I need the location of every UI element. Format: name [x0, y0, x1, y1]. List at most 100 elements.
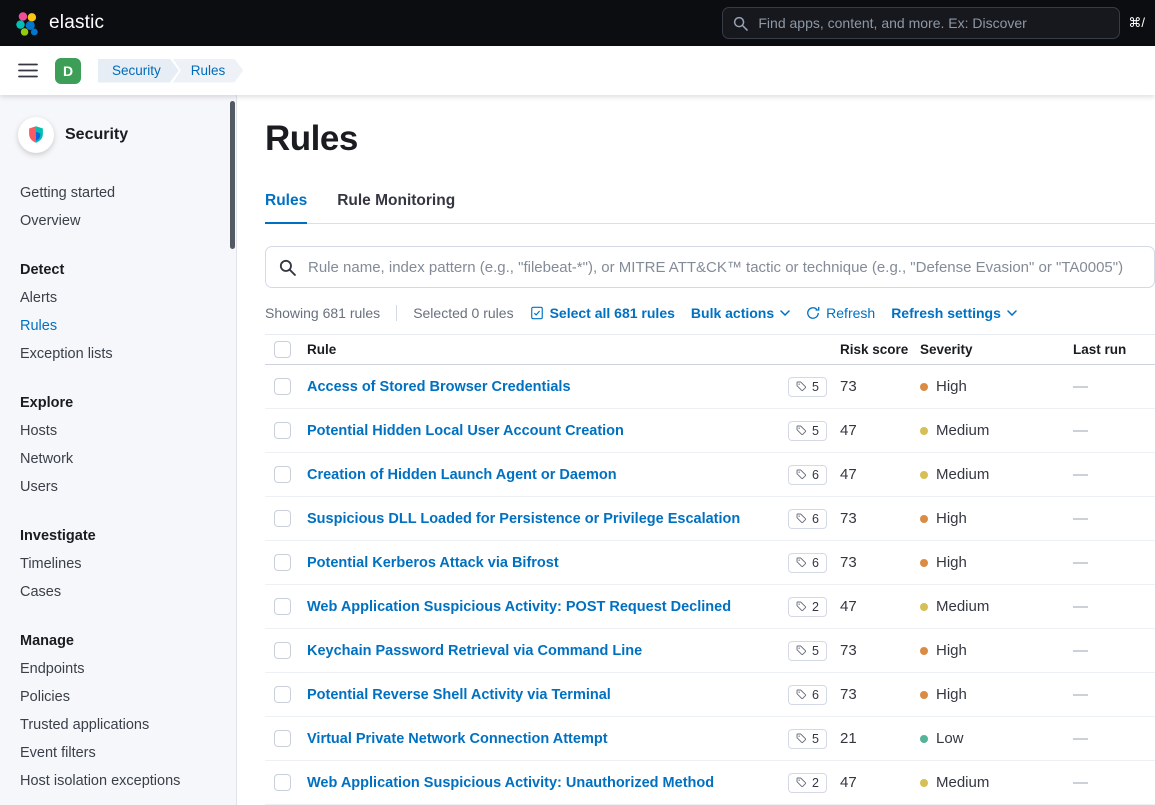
tags-badge[interactable]: 5: [788, 377, 827, 397]
sidebar-item-alerts[interactable]: Alerts: [20, 284, 228, 312]
sidebar-title: Security: [65, 126, 128, 144]
tag-icon: [796, 733, 807, 744]
tag-count: 5: [812, 380, 819, 394]
rule-link[interactable]: Potential Kerberos Attack via Bifrost: [307, 555, 559, 571]
sidebar-item-host-isolation-exceptions[interactable]: Host isolation exceptions: [20, 767, 228, 795]
refresh-label: Refresh: [826, 305, 875, 321]
tags-badge[interactable]: 5: [788, 421, 827, 441]
table-row: Keychain Password Retrieval via Command …: [265, 629, 1155, 673]
row-checkbox[interactable]: [274, 686, 291, 703]
row-checkbox[interactable]: [274, 422, 291, 439]
brand-name: elastic: [49, 12, 104, 34]
row-checkbox[interactable]: [274, 774, 291, 791]
severity-label: High: [936, 686, 967, 703]
sidebar-item-users[interactable]: Users: [20, 473, 228, 501]
sidebar-item-overview[interactable]: Overview: [20, 207, 228, 235]
breadcrumb: Security Rules: [98, 59, 243, 83]
main-content: Rules Rules Rule Monitoring Showing 681 …: [237, 95, 1155, 805]
breadcrumb-security[interactable]: Security: [98, 59, 179, 83]
rule-link[interactable]: Suspicious DLL Loaded for Persistence or…: [307, 511, 740, 527]
tag-count: 2: [812, 600, 819, 614]
select-all-rows-checkbox[interactable]: [274, 341, 291, 358]
tag-icon: [796, 777, 807, 788]
severity-label: Medium: [936, 422, 989, 439]
row-checkbox[interactable]: [274, 510, 291, 527]
sidebar-item-network[interactable]: Network: [20, 445, 228, 473]
sidebar-item-hosts[interactable]: Hosts: [20, 417, 228, 445]
tag-count: 6: [812, 512, 819, 526]
row-checkbox[interactable]: [274, 554, 291, 571]
tag-icon: [796, 601, 807, 612]
rule-link[interactable]: Potential Hidden Local User Account Crea…: [307, 423, 624, 439]
menu-button[interactable]: [14, 59, 42, 82]
table-row: Web Application Suspicious Activity: Una…: [265, 761, 1155, 805]
elastic-home-link[interactable]: elastic: [14, 10, 104, 36]
column-header-risk-score[interactable]: Risk score: [840, 342, 920, 357]
space-avatar[interactable]: D: [55, 58, 81, 84]
rule-link[interactable]: Access of Stored Browser Credentials: [307, 379, 571, 395]
select-all-button[interactable]: Select all 681 rules: [530, 305, 675, 321]
row-checkbox[interactable]: [274, 466, 291, 483]
refresh-icon: [806, 306, 820, 320]
top-navbar: elastic ⌘/: [0, 0, 1155, 46]
severity-dot: [920, 471, 928, 479]
last-run-value: —: [1065, 554, 1155, 571]
column-header-last-run[interactable]: Last run: [1065, 342, 1155, 357]
tab-rule-monitoring[interactable]: Rule Monitoring: [337, 192, 455, 223]
toolbar-divider: [396, 305, 397, 321]
rule-link[interactable]: Keychain Password Retrieval via Command …: [307, 643, 642, 659]
tags-badge[interactable]: 5: [788, 729, 827, 749]
severity-value: Medium: [920, 774, 1065, 791]
column-header-severity[interactable]: Severity: [920, 342, 1065, 357]
breadcrumb-rules[interactable]: Rules: [173, 59, 244, 83]
sidebar-item-rules[interactable]: Rules: [20, 312, 228, 340]
sidebar-item-exception-lists[interactable]: Exception lists: [20, 340, 228, 368]
bulk-actions-button[interactable]: Bulk actions: [691, 305, 790, 321]
severity-value: Medium: [920, 598, 1065, 615]
tag-count: 6: [812, 468, 819, 482]
sidebar-item-cases[interactable]: Cases: [20, 578, 228, 606]
tags-badge[interactable]: 6: [788, 553, 827, 573]
search-icon: [279, 259, 296, 276]
tags-badge[interactable]: 6: [788, 685, 827, 705]
table-row: Virtual Private Network Connection Attem…: [265, 717, 1155, 761]
row-checkbox[interactable]: [274, 598, 291, 615]
tags-badge[interactable]: 2: [788, 773, 827, 793]
rule-link[interactable]: Web Application Suspicious Activity: POS…: [307, 599, 731, 615]
row-checkbox[interactable]: [274, 730, 291, 747]
severity-dot: [920, 559, 928, 567]
table-row: Access of Stored Browser Credentials 5 7…: [265, 365, 1155, 409]
rule-link[interactable]: Web Application Suspicious Activity: Una…: [307, 775, 714, 791]
last-run-value: —: [1065, 510, 1155, 527]
global-search[interactable]: [722, 7, 1120, 39]
tag-icon: [796, 469, 807, 480]
table-row: Potential Reverse Shell Activity via Ter…: [265, 673, 1155, 717]
tag-count: 6: [812, 688, 819, 702]
refresh-button[interactable]: Refresh: [806, 305, 875, 321]
severity-label: Low: [936, 730, 964, 747]
tags-badge[interactable]: 5: [788, 641, 827, 661]
rule-link[interactable]: Potential Reverse Shell Activity via Ter…: [307, 687, 611, 703]
tags-badge[interactable]: 2: [788, 597, 827, 617]
tags-badge[interactable]: 6: [788, 509, 827, 529]
refresh-settings-button[interactable]: Refresh settings: [891, 305, 1017, 321]
column-header-rule[interactable]: Rule: [307, 342, 780, 357]
global-search-input[interactable]: [756, 14, 1109, 32]
severity-value: High: [920, 510, 1065, 527]
sidebar-item-trusted-applications[interactable]: Trusted applications: [20, 711, 228, 739]
row-checkbox[interactable]: [274, 378, 291, 395]
sidebar-item-timelines[interactable]: Timelines: [20, 550, 228, 578]
severity-value: Low: [920, 730, 1065, 747]
rules-search-input[interactable]: [306, 258, 1141, 277]
sidebar-item-endpoints[interactable]: Endpoints: [20, 655, 228, 683]
sidebar-item-event-filters[interactable]: Event filters: [20, 739, 228, 767]
rule-link[interactable]: Creation of Hidden Launch Agent or Daemo…: [307, 467, 617, 483]
tab-rules[interactable]: Rules: [265, 192, 307, 224]
sidebar-nav: Getting started Overview Detect Alerts R…: [0, 153, 236, 795]
tags-badge[interactable]: 6: [788, 465, 827, 485]
sidebar-item-policies[interactable]: Policies: [20, 683, 228, 711]
rule-link[interactable]: Virtual Private Network Connection Attem…: [307, 731, 608, 747]
row-checkbox[interactable]: [274, 642, 291, 659]
sidebar-scrollbar[interactable]: [230, 101, 235, 249]
sidebar-item-getting-started[interactable]: Getting started: [20, 179, 228, 207]
